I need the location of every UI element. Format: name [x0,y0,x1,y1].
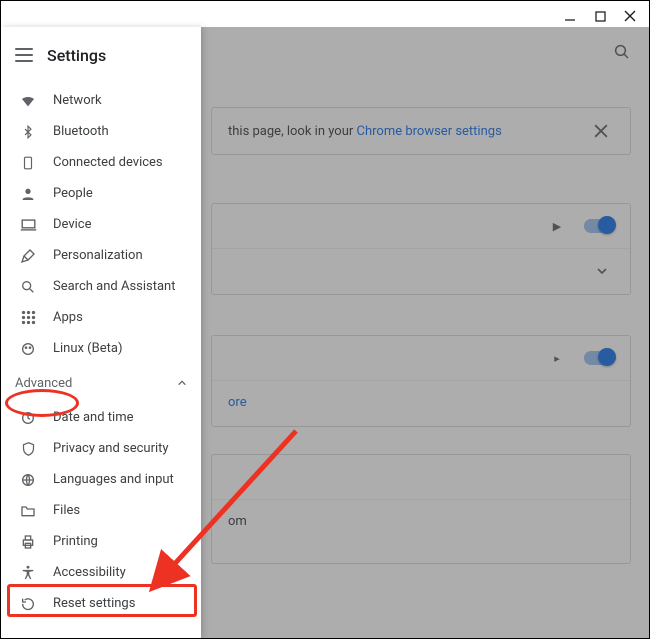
sidebar-item-label: Privacy and security [53,441,187,456]
sidebar-advanced-toggle[interactable]: Advanced [1,366,201,400]
sidebar-item-label: Printing [53,534,187,549]
sidebar-item-label: People [53,186,187,201]
sidebar-item-device[interactable]: Device [1,209,201,240]
card-link[interactable]: ore [228,395,247,410]
settings-row[interactable]: om [212,499,630,543]
sidebar-item-label: Bluetooth [53,124,187,139]
settings-card: ▸ ore [211,335,631,427]
sidebar-item-label: Reset settings [53,596,187,611]
wifi-icon [19,92,37,110]
maximize-button[interactable] [593,9,607,23]
chevron-up-icon [177,378,187,388]
sidebar-item-reset[interactable]: Reset settings [1,588,201,619]
card-text: om [228,514,247,529]
notice-link[interactable]: Chrome browser settings [357,124,502,139]
sidebar-item-search-assistant[interactable]: Search and Assistant [1,271,201,302]
dismiss-notice-button[interactable] [594,124,614,138]
laptop-icon [19,216,37,234]
sidebar-item-label: Search and Assistant [53,279,187,294]
sidebar-primary-list: Network Bluetooth Connected devices Peop… [1,83,201,366]
chevron-right-icon: ▶ [548,220,566,233]
person-icon [19,185,37,203]
notice-text: this page, look in your Chrome browser s… [228,124,502,139]
globe-icon [19,471,37,489]
clock-icon [19,409,37,427]
accessibility-icon [19,564,37,582]
reset-icon [19,595,37,613]
settings-row[interactable]: ▶ [212,204,630,248]
sidebar-item-people[interactable]: People [1,178,201,209]
printer-icon [19,533,37,551]
phone-icon [19,154,37,172]
toggle-switch[interactable] [584,351,614,365]
settings-card: ▶ [211,203,631,295]
sidebar-item-label: Personalization [53,248,187,263]
sidebar-item-date-time[interactable]: Date and time [1,402,201,433]
sidebar-item-bluetooth[interactable]: Bluetooth [1,116,201,147]
chevron-down-icon [596,265,614,277]
window-controls [563,1,649,27]
minimize-button[interactable] [563,9,577,23]
sidebar-item-languages[interactable]: Languages and input [1,464,201,495]
settings-sidebar: Settings Network Bluetooth Connected dev… [1,27,201,638]
sidebar-item-personalization[interactable]: Personalization [1,240,201,271]
sidebar-item-label: Files [53,503,187,518]
settings-row[interactable] [212,248,630,292]
notice-card: this page, look in your Chrome browser s… [211,107,631,155]
close-button[interactable] [623,9,637,23]
sidebar-item-label: Linux (Beta) [53,341,187,356]
sidebar-advanced-list: Date and time Privacy and security Langu… [1,400,201,621]
search-button[interactable] [611,41,633,63]
sidebar-item-printing[interactable]: Printing [1,526,201,557]
sidebar-item-label: Device [53,217,187,232]
shield-icon [19,440,37,458]
sidebar-item-label: Date and time [53,410,187,425]
sidebar-item-network[interactable]: Network [1,85,201,116]
chevron-right-icon: ▸ [548,352,566,365]
apps-icon [19,309,37,327]
brush-icon [19,247,37,265]
sidebar-header: Settings [1,27,201,83]
sidebar-item-label: Accessibility [53,565,187,580]
sidebar-advanced-label: Advanced [15,376,72,391]
sidebar-item-connected-devices[interactable]: Connected devices [1,147,201,178]
sidebar-item-label: Languages and input [53,472,187,487]
settings-row[interactable]: ▸ [212,336,630,380]
linux-icon [19,340,37,358]
settings-card: om [211,454,631,564]
sidebar-item-apps[interactable]: Apps [1,302,201,333]
search-icon [19,278,37,296]
sidebar-item-accessibility[interactable]: Accessibility [1,557,201,588]
sidebar-title: Settings [47,46,106,65]
toggle-switch[interactable] [584,219,614,233]
sidebar-item-label: Connected devices [53,155,187,170]
folder-icon [19,502,37,520]
sidebar-item-privacy-security[interactable]: Privacy and security [1,433,201,464]
bluetooth-icon [19,123,37,141]
sidebar-item-files[interactable]: Files [1,495,201,526]
settings-row[interactable] [212,455,630,499]
settings-row[interactable]: ore [212,380,630,424]
sidebar-item-label: Apps [53,310,187,325]
hamburger-menu-button[interactable] [15,48,33,62]
sidebar-item-label: Network [53,93,187,108]
sidebar-item-linux[interactable]: Linux (Beta) [1,333,201,364]
main-header [211,41,633,63]
